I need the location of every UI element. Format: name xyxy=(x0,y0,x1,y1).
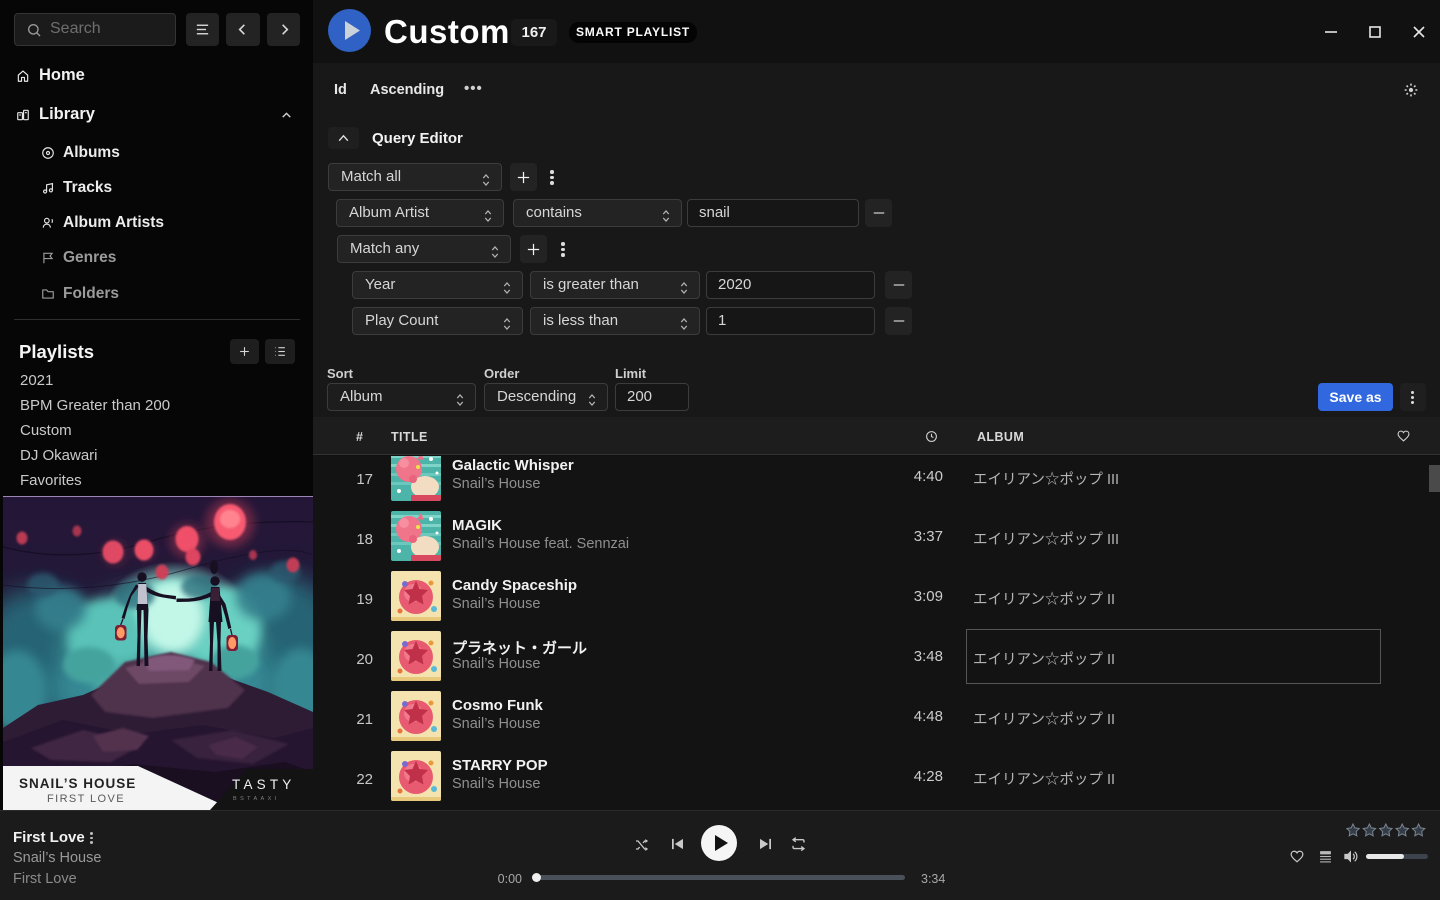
svg-text:BSTAAXI: BSTAAXI xyxy=(233,796,280,802)
svg-text:SNAIL’S HOUSE: SNAIL’S HOUSE xyxy=(19,776,136,791)
svg-text:TASTY: TASTY xyxy=(232,777,296,792)
svg-text:FIRST LOVE: FIRST LOVE xyxy=(47,793,125,805)
